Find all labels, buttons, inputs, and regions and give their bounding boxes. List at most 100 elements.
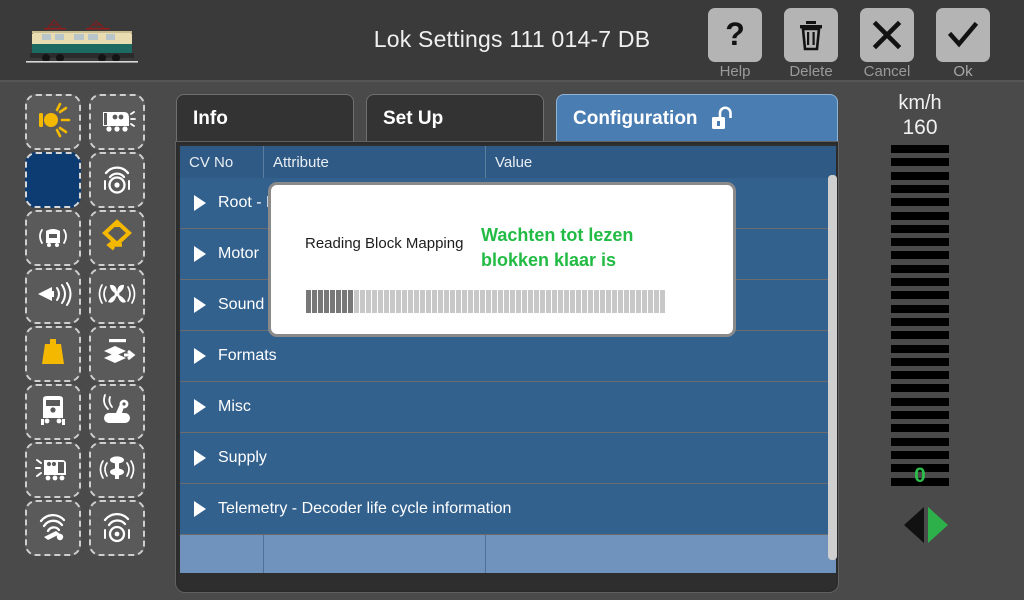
triangle-left-icon[interactable] xyxy=(904,507,924,543)
progress-segment xyxy=(384,290,389,313)
cancel-button[interactable]: Cancel xyxy=(860,8,914,81)
progress-segment xyxy=(510,290,515,313)
sidebar-button-shunting[interactable] xyxy=(89,326,145,382)
sidebar-button-light-sun[interactable] xyxy=(25,94,81,150)
table-row-label: Formats xyxy=(218,347,277,364)
expand-triangle-icon[interactable] xyxy=(194,450,206,466)
sidebar-button-steam-puff[interactable] xyxy=(89,442,145,498)
pantograph-waves-icon xyxy=(34,507,72,550)
speed-max-label: 160 xyxy=(902,116,938,139)
progress-segment xyxy=(660,290,665,313)
sidebar-button-pantograph[interactable] xyxy=(25,500,81,556)
expand-triangle-icon[interactable] xyxy=(194,246,206,262)
sidebar-button-coupler[interactable] xyxy=(89,210,145,266)
sidebar-button-wifi-speaker[interactable] xyxy=(89,152,145,208)
ok-button[interactable]: Ok xyxy=(936,8,990,81)
fan-waves-icon xyxy=(98,275,136,318)
table-row[interactable]: Formats xyxy=(180,331,836,382)
sidebar-button-selected[interactable] xyxy=(25,152,81,208)
progress-segment xyxy=(630,290,635,313)
delete-button-label: Delete xyxy=(789,63,833,80)
progress-segment xyxy=(618,290,623,313)
speed-rung xyxy=(891,344,949,353)
expand-triangle-icon[interactable] xyxy=(194,501,206,517)
table-row-empty[interactable] xyxy=(180,535,836,573)
lok-settings-window: Lok Settings 111 014-7 DB ? Help Delete xyxy=(0,0,1024,600)
progress-segment xyxy=(360,290,365,313)
tab-setup[interactable]: Set Up xyxy=(366,94,544,142)
empty-cell-value xyxy=(486,535,836,573)
speed-rung xyxy=(891,278,949,286)
progress-segment xyxy=(594,290,599,313)
tab-info[interactable]: Info xyxy=(176,94,354,142)
tab-info-label: Info xyxy=(193,107,228,129)
sidebar-button-remote-signal[interactable] xyxy=(89,384,145,440)
sidebar-button-fan[interactable] xyxy=(89,268,145,324)
delete-button[interactable]: Delete xyxy=(784,8,838,81)
table-row[interactable]: Supply xyxy=(180,433,836,484)
empty-cell-cv-no xyxy=(180,535,264,573)
speed-rung xyxy=(891,450,949,459)
progress-segment xyxy=(504,290,509,313)
progress-segment xyxy=(330,290,335,313)
tab-configuration-label: Configuration xyxy=(573,107,698,129)
speed-rung xyxy=(891,264,949,273)
tab-configuration[interactable]: Configuration xyxy=(556,94,838,142)
light-sun-icon xyxy=(34,101,72,144)
column-header-attribute: Attribute xyxy=(264,146,486,178)
table-row-label: Motor xyxy=(218,245,259,262)
cancel-button-label: Cancel xyxy=(863,63,911,80)
progress-segment xyxy=(438,290,443,313)
table-scrollbar-thumb[interactable] xyxy=(828,175,837,560)
progress-segment xyxy=(342,290,347,313)
progress-segment xyxy=(492,290,497,313)
table-scrollbar[interactable] xyxy=(828,175,837,560)
progress-segment xyxy=(582,290,587,313)
steam-puff-waves-icon xyxy=(98,449,136,492)
speed-rung xyxy=(891,184,949,193)
table-row[interactable]: Misc xyxy=(180,382,836,433)
dialog-operation-label: Reading Block Mapping xyxy=(305,235,464,252)
wifi-speaker-icon xyxy=(98,159,136,202)
speed-rung xyxy=(891,304,949,313)
progress-segment xyxy=(534,290,539,313)
sidebar-button-weight[interactable] xyxy=(25,326,81,382)
progress-segment xyxy=(546,290,551,313)
sidebar-button-railcar-front[interactable] xyxy=(25,384,81,440)
speed-rung xyxy=(891,158,949,167)
speed-rung xyxy=(891,211,949,220)
speed-slider[interactable] xyxy=(891,145,949,492)
speed-rung xyxy=(891,224,949,233)
triangle-right-icon[interactable] xyxy=(928,507,948,543)
expand-triangle-icon[interactable] xyxy=(194,195,206,211)
progress-segment xyxy=(312,290,317,313)
expand-triangle-icon[interactable] xyxy=(194,297,206,313)
sidebar-button-wifi-circle[interactable] xyxy=(89,500,145,556)
expand-triangle-icon[interactable] xyxy=(194,348,206,364)
progress-segment xyxy=(606,290,611,313)
help-button[interactable]: ? Help xyxy=(708,8,762,81)
close-x-icon xyxy=(860,8,914,62)
speed-rung xyxy=(891,317,949,326)
sidebar-button-horn[interactable] xyxy=(25,268,81,324)
progress-segment xyxy=(468,290,473,313)
sidebar-button-train-flash[interactable] xyxy=(25,442,81,498)
sidebar-button-train-sound[interactable] xyxy=(25,210,81,266)
progress-segment xyxy=(528,290,533,313)
table-row-label: Sound xyxy=(218,296,265,313)
progress-segment xyxy=(498,290,503,313)
speed-rung xyxy=(891,238,949,247)
speed-rung xyxy=(891,198,949,207)
train-flash-icon xyxy=(34,449,72,492)
speed-rung xyxy=(891,384,949,393)
progress-segment xyxy=(366,290,371,313)
expand-triangle-icon[interactable] xyxy=(194,399,206,415)
table-row[interactable]: Telemetry - Decoder life cycle informati… xyxy=(180,484,836,535)
table-row-label: Supply xyxy=(218,449,267,466)
progress-segment xyxy=(378,290,383,313)
trash-can-icon xyxy=(784,8,838,62)
progress-segment xyxy=(354,290,359,313)
progress-segment xyxy=(600,290,605,313)
progress-segment xyxy=(624,290,629,313)
sidebar-button-train-smoke[interactable] xyxy=(89,94,145,150)
